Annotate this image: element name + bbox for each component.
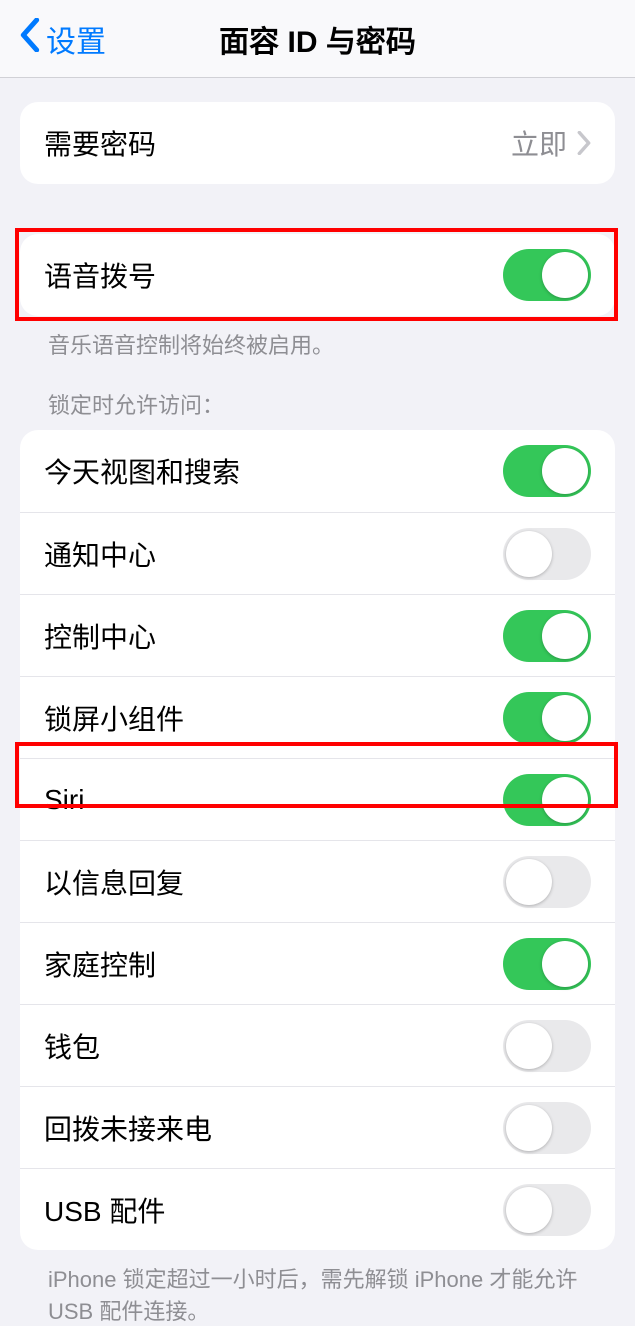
lock-item-label: 钱包: [44, 1026, 503, 1066]
lock-item-label: 今天视图和搜索: [44, 451, 503, 491]
require-passcode-value: 立即: [511, 123, 567, 163]
lock-item-label: 锁屏小组件: [44, 698, 503, 738]
lock-item-label: USB 配件: [44, 1190, 503, 1230]
lock-item-label: 回拨未接来电: [44, 1108, 503, 1148]
back-label: 设置: [46, 17, 106, 61]
lock-item-toggle[interactable]: [503, 528, 591, 580]
lock-item-row: 通知中心: [20, 512, 615, 594]
lock-item-toggle[interactable]: [503, 445, 591, 497]
lock-item-row: 钱包: [20, 1004, 615, 1086]
nav-bar: 设置 面容 ID 与密码: [0, 0, 635, 78]
lock-item-row: 家庭控制: [20, 922, 615, 1004]
lock-item-row: 回拨未接来电: [20, 1086, 615, 1168]
require-passcode-label: 需要密码: [44, 123, 511, 163]
back-button[interactable]: 设置: [0, 17, 106, 61]
lock-item-toggle[interactable]: [503, 856, 591, 908]
voice-dial-toggle[interactable]: [503, 249, 591, 301]
lock-item-label: 家庭控制: [44, 944, 503, 984]
lock-item-row: 今天视图和搜索: [20, 430, 615, 512]
lock-item-label: 通知中心: [44, 534, 503, 574]
lock-item-toggle[interactable]: [503, 1020, 591, 1072]
lock-item-toggle[interactable]: [503, 774, 591, 826]
lock-item-row: 控制中心: [20, 594, 615, 676]
voice-dial-label: 语音拨号: [44, 255, 503, 295]
lock-item-toggle[interactable]: [503, 1184, 591, 1236]
lock-item-label: 控制中心: [44, 616, 503, 656]
lock-item-row: 锁屏小组件: [20, 676, 615, 758]
chevron-right-icon: [577, 131, 591, 155]
lock-item-label: 以信息回复: [44, 862, 503, 902]
lock-item-toggle[interactable]: [503, 692, 591, 744]
lock-item-row: 以信息回复: [20, 840, 615, 922]
lock-item-toggle[interactable]: [503, 610, 591, 662]
usb-footnote: iPhone 锁定超过一小时后，需先解锁 iPhone 才能允许 USB 配件连…: [20, 1250, 615, 1326]
require-passcode-row[interactable]: 需要密码 立即: [20, 102, 615, 184]
lock-item-row: Siri: [20, 758, 615, 840]
lock-item-label: Siri: [44, 784, 503, 816]
voice-dial-row: 语音拨号: [20, 234, 615, 316]
lock-item-row: USB 配件: [20, 1168, 615, 1250]
voice-dial-footnote: 音乐语音控制将始终被启用。: [20, 316, 615, 360]
lock-section-header: 锁定时允许访问：: [20, 388, 615, 430]
lock-item-toggle[interactable]: [503, 1102, 591, 1154]
chevron-left-icon: [20, 18, 40, 60]
lock-item-toggle[interactable]: [503, 938, 591, 990]
